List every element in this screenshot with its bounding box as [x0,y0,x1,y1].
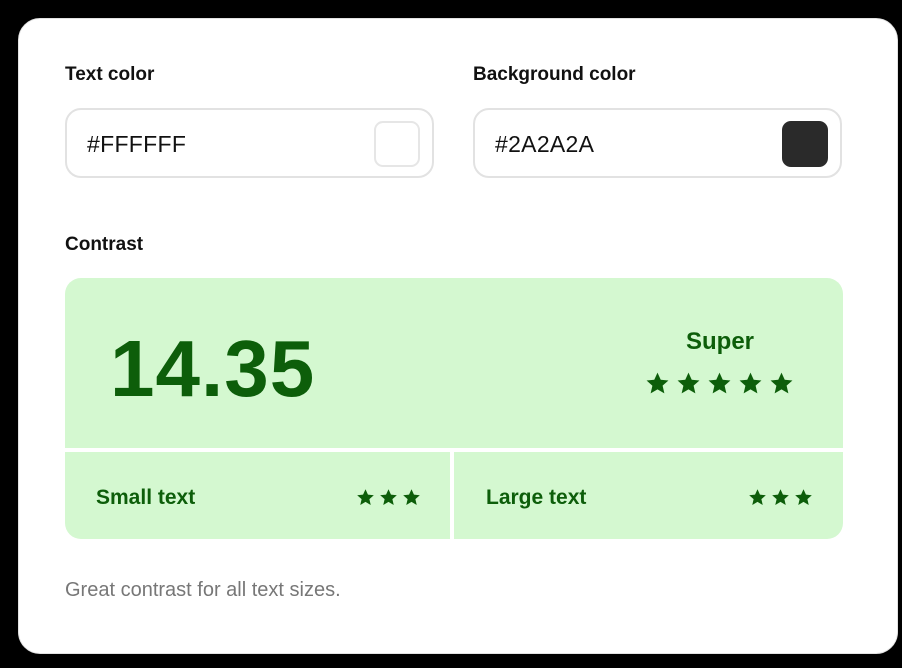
contrast-hint: Great contrast for all text sizes. [65,579,341,601]
star-icon [771,488,790,507]
text-color-value[interactable]: #FFFFFF [87,131,186,158]
text-color-label: Text color [65,64,155,85]
background-color-input[interactable]: #2A2A2A [473,108,842,178]
small-text-stars [356,488,421,507]
star-icon [676,371,701,396]
small-text-label: Small text [96,486,196,509]
large-text-panel: Large text [454,452,843,539]
star-icon [356,488,375,507]
contrast-label: Contrast [65,234,144,255]
small-text-panel: Small text [65,452,450,539]
star-icon [402,488,421,507]
star-icon [379,488,398,507]
text-color-input[interactable]: #FFFFFF [65,108,434,178]
large-text-stars [748,488,813,507]
background-color-label: Background color [473,64,636,85]
star-icon [707,371,732,396]
contrast-result: 14.35 Super Small text Large text [65,278,843,539]
contrast-main-panel: 14.35 Super [65,278,843,448]
contrast-rating: Super [685,328,754,355]
large-text-label: Large text [486,486,587,509]
text-color-swatch[interactable] [374,121,420,167]
star-icon [748,488,767,507]
star-icon [769,371,794,396]
contrast-ratio: 14.35 [110,324,316,413]
background-color-value[interactable]: #2A2A2A [495,131,594,158]
background-color-swatch[interactable] [782,121,828,167]
star-icon [645,371,670,396]
contrast-rating-stars [645,371,794,396]
star-icon [738,371,763,396]
star-icon [794,488,813,507]
